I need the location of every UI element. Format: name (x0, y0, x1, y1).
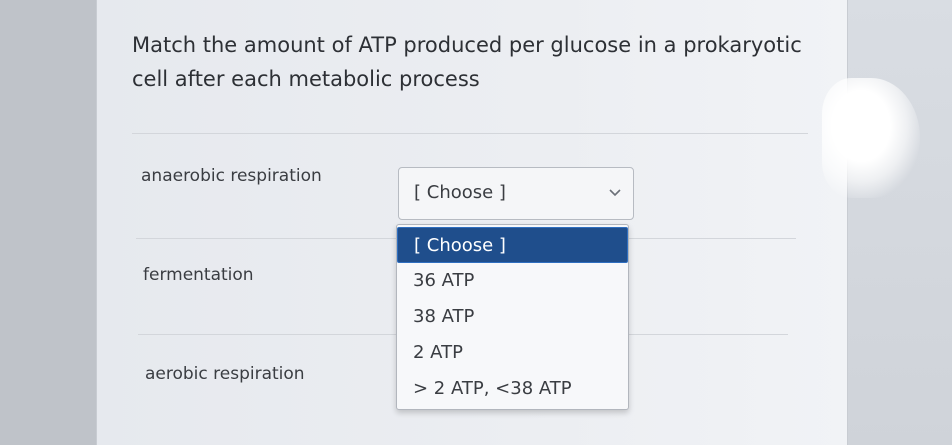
row-label-aerobic-respiration: aerobic respiration (145, 364, 305, 384)
dropdown-option-between-2-and-38-atp[interactable]: > 2 ATP, <38 ATP (397, 371, 628, 407)
dropdown-option-choose[interactable]: [ Choose ] (397, 227, 628, 263)
dropdown-option-38-atp[interactable]: 38 ATP (397, 299, 628, 335)
dropdown-option-36-atp[interactable]: 36 ATP (397, 263, 628, 299)
chevron-down-icon (609, 189, 621, 197)
question-text: Match the amount of ATP produced per glu… (132, 33, 802, 91)
answer-dropdown-list[interactable]: [ Choose ] 36 ATP 38 ATP 2 ATP > 2 ATP, … (396, 224, 629, 410)
divider-top (132, 133, 808, 134)
row-label-fermentation: fermentation (143, 265, 254, 285)
row-label-anaerobic-respiration: anaerobic respiration (141, 166, 322, 186)
screen-glare (822, 78, 920, 198)
dropdown-option-2-atp[interactable]: 2 ATP (397, 335, 628, 371)
select-current-value: [ Choose ] (414, 182, 506, 203)
answer-select-anaerobic-respiration[interactable]: [ Choose ] (398, 167, 634, 220)
page-right-margin (848, 0, 952, 445)
